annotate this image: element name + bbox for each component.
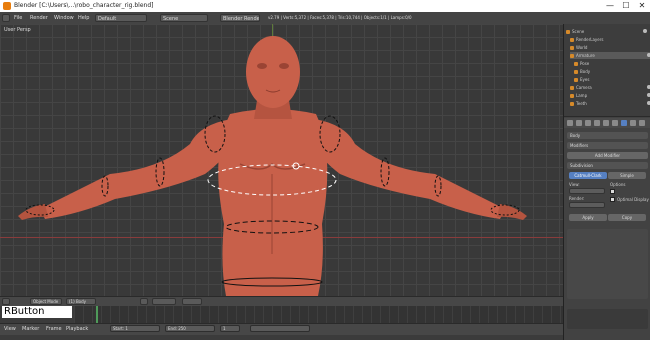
- menu-file[interactable]: File: [14, 15, 22, 21]
- mesh-icon: [574, 78, 578, 82]
- subdivide-uvs-checkbox[interactable]: [610, 189, 615, 194]
- properties-tabs: [564, 118, 650, 128]
- end-frame-field[interactable]: End: 250: [165, 325, 215, 332]
- timeline-marker-menu[interactable]: Marker: [22, 326, 39, 332]
- render-engine-selector[interactable]: Blender Render: [220, 14, 260, 22]
- right-hand-mesh: [497, 204, 527, 220]
- pivot-selector[interactable]: [152, 298, 176, 305]
- simple-button[interactable]: Simple: [608, 172, 646, 179]
- menu-help[interactable]: Help: [78, 15, 89, 21]
- outliner-row[interactable]: Scene: [566, 28, 649, 35]
- mesh-icon: [574, 70, 578, 74]
- mode-selector[interactable]: Object Mode: [30, 298, 62, 305]
- current-frame-field[interactable]: 1: [220, 325, 240, 332]
- viewport-header: Object Mode (1) Body: [0, 296, 563, 306]
- key-overlay: RButton: [2, 306, 72, 318]
- view-levels-label: View:: [569, 182, 580, 187]
- torso-mesh: [218, 109, 328, 296]
- lamp-icon: [570, 94, 574, 98]
- blender-logo-icon: [3, 2, 11, 10]
- outliner-row[interactable]: Armature: [570, 52, 650, 59]
- right-sidebar: Scene RenderLayers World Armature Pose B…: [563, 24, 650, 340]
- right-arm-mesh: [314, 119, 505, 219]
- view-levels-field[interactable]: [569, 188, 605, 194]
- modifiers-tab-icon[interactable]: [621, 120, 627, 126]
- constraints-tab-icon[interactable]: [612, 120, 618, 126]
- layers-toggle[interactable]: [182, 298, 202, 305]
- object-tab-icon[interactable]: [603, 120, 609, 126]
- options-label: Options: [610, 182, 626, 187]
- add-modifier-button[interactable]: Add Modifier: [567, 152, 648, 159]
- subsurf-panel-header[interactable]: Subdivision: [567, 162, 648, 169]
- left-arm-mesh: [40, 119, 232, 219]
- outliner-row[interactable]: RenderLayers: [570, 36, 650, 43]
- render-tab-icon[interactable]: [567, 120, 573, 126]
- outliner-row[interactable]: Eyes: [574, 76, 650, 83]
- mesh-icon: [570, 102, 574, 106]
- window-title: Blender [C:\Users\...\robo_character_rig…: [14, 2, 154, 9]
- eye-icon[interactable]: [643, 29, 647, 33]
- 3d-viewport[interactable]: User Persp: [0, 24, 563, 296]
- outliner-row[interactable]: Body: [574, 68, 650, 75]
- close-button[interactable]: ✕: [634, 0, 650, 12]
- scene-icon: [566, 30, 570, 34]
- scene-stats: v2.79 | Verts:5,372 | Faces:5,378 | Tris…: [268, 15, 412, 20]
- outliner-row[interactable]: Pose: [574, 60, 650, 67]
- view-menu-icon[interactable]: [2, 298, 10, 305]
- minimize-button[interactable]: —: [602, 0, 618, 12]
- world-tab-icon[interactable]: [594, 120, 600, 126]
- start-frame-field[interactable]: Start: 1: [110, 325, 160, 332]
- modifiers-header: Modifiers: [567, 142, 648, 149]
- scene-tab-icon[interactable]: [585, 120, 591, 126]
- outliner-row[interactable]: Teeth: [570, 100, 650, 107]
- apply-button[interactable]: Apply: [569, 214, 607, 221]
- outliner-row[interactable]: Lamp: [570, 92, 650, 99]
- object-name-field[interactable]: Body: [567, 132, 648, 139]
- head-mesh: [246, 36, 300, 108]
- data-tab-icon[interactable]: [630, 120, 636, 126]
- catmull-clark-button[interactable]: Catmull-Clark: [569, 172, 607, 179]
- menu-window[interactable]: Window: [54, 15, 74, 21]
- outliner-row[interactable]: World: [570, 44, 650, 51]
- character-model[interactable]: [0, 24, 563, 296]
- editor-type-icon[interactable]: [2, 14, 10, 22]
- properties-panel-body: [567, 229, 648, 299]
- playback-controls[interactable]: [250, 325, 310, 332]
- optimal-display-checkbox[interactable]: [610, 197, 615, 202]
- object-name: (1) Body: [66, 298, 96, 305]
- left-hand-mesh: [18, 204, 48, 220]
- render-layers-icon: [570, 38, 574, 42]
- render-levels-label: Render:: [569, 196, 585, 201]
- timeline-frame-menu[interactable]: Frame: [46, 326, 62, 332]
- camera-icon: [570, 86, 574, 90]
- render-levels-field[interactable]: [569, 202, 605, 208]
- world-icon: [570, 46, 574, 50]
- properties-footer: [567, 309, 648, 329]
- armature-icon: [570, 54, 574, 58]
- timeline-playhead[interactable]: [96, 306, 98, 323]
- menu-render[interactable]: Render: [30, 15, 48, 21]
- material-tab-icon[interactable]: [639, 120, 645, 126]
- optimal-display-label: Optimal Display: [617, 197, 649, 202]
- maximize-button[interactable]: ☐: [618, 0, 634, 12]
- timeline-area[interactable]: [74, 306, 563, 323]
- outliner-row[interactable]: Camera: [570, 84, 650, 91]
- timeline-playback-menu[interactable]: Playback: [66, 326, 88, 332]
- layout-selector[interactable]: Default: [95, 14, 147, 22]
- outliner[interactable]: Scene RenderLayers World Armature Pose B…: [564, 24, 650, 117]
- copy-button[interactable]: Copy: [608, 214, 646, 221]
- layers-tab-icon[interactable]: [576, 120, 582, 126]
- shading-icon[interactable]: [140, 298, 148, 305]
- timeline-view-menu[interactable]: View: [4, 326, 16, 332]
- window-titlebar: Blender [C:\Users\...\robo_character_rig…: [0, 0, 650, 12]
- pose-icon: [574, 62, 578, 66]
- scene-selector[interactable]: Scene: [160, 14, 208, 22]
